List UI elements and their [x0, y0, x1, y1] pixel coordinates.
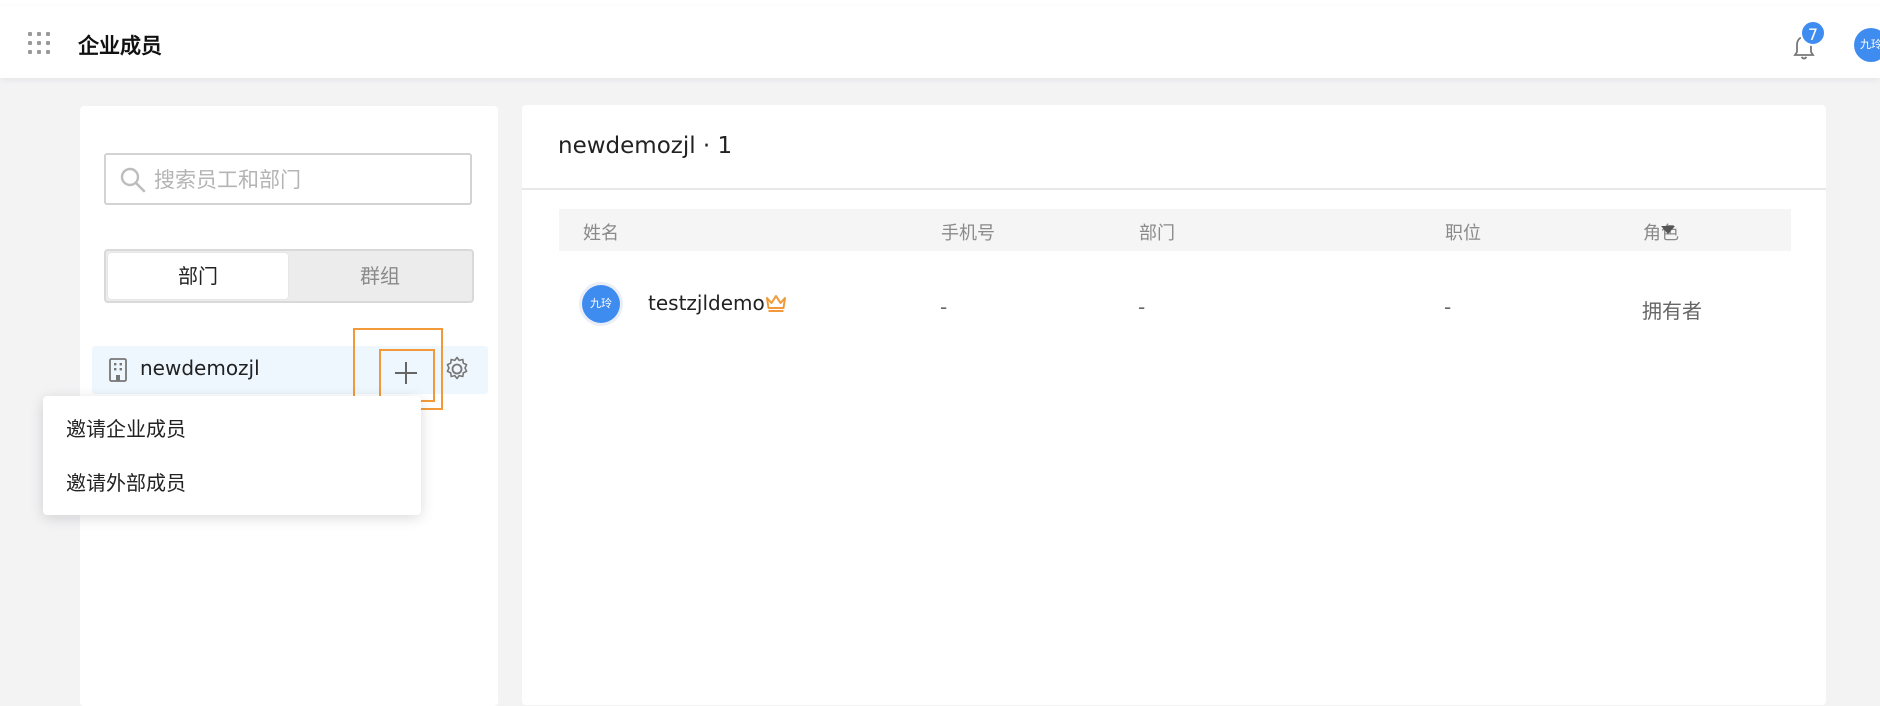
- invite-dropdown: 邀请企业成员 邀请外部成员: [43, 396, 421, 515]
- member-list-panel: newdemozjl · 1 姓名 手机号 部门 职位 角色 九玲 testzj…: [522, 105, 1826, 705]
- avatar: 九玲: [582, 285, 620, 323]
- invite-internal-member-item[interactable]: 邀请企业成员: [66, 413, 186, 442]
- member-phone: -: [940, 295, 948, 319]
- column-header-position: 职位: [1445, 223, 1481, 244]
- column-header-department: 部门: [1139, 223, 1175, 244]
- gear-icon[interactable]: [443, 355, 471, 383]
- department-name: newdemozjl: [140, 356, 260, 380]
- page-title: 企业成员: [78, 34, 162, 58]
- view-switcher: 部门 群组: [104, 249, 474, 303]
- user-avatar[interactable]: 九玲: [1854, 28, 1880, 62]
- add-member-icon[interactable]: [389, 356, 423, 390]
- tab-group[interactable]: 群组: [290, 253, 470, 299]
- department-member-count-title: newdemozjl · 1: [558, 133, 733, 159]
- member-role: 拥有者: [1642, 299, 1702, 323]
- search-box[interactable]: [104, 153, 472, 205]
- member-department: -: [1138, 295, 1146, 319]
- search-input[interactable]: [152, 163, 456, 197]
- divider: [522, 188, 1826, 190]
- member-name: testzjldemo: [648, 291, 765, 315]
- table-header: 姓名 手机号 部门 职位 角色: [559, 209, 1791, 251]
- notification-badge: 7: [1800, 20, 1826, 46]
- role-filter-caret-icon[interactable]: [1661, 226, 1675, 234]
- crown-icon: [766, 295, 786, 312]
- invite-external-member-item[interactable]: 邀请外部成员: [66, 467, 186, 496]
- search-icon: [120, 167, 146, 193]
- tab-department[interactable]: 部门: [108, 253, 288, 299]
- column-header-phone: 手机号: [941, 223, 995, 244]
- member-position: -: [1444, 295, 1452, 319]
- top-header: 企业成员 7 九玲: [0, 6, 1880, 78]
- column-header-name: 姓名: [583, 223, 619, 244]
- apps-grid-icon[interactable]: [28, 32, 50, 54]
- building-icon: [109, 358, 127, 382]
